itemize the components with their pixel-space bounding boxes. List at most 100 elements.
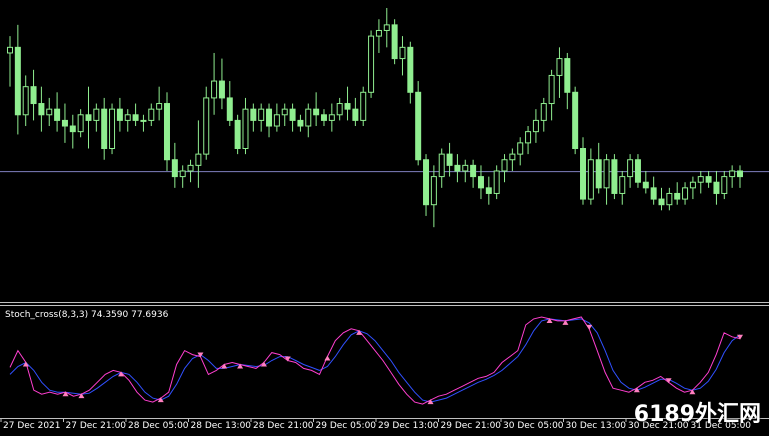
candle-bull <box>140 119 147 122</box>
candle-bull <box>721 176 728 194</box>
time-axis-label: 28 Dec 13:00 <box>190 421 252 431</box>
candle-bull <box>556 58 563 76</box>
candle-bull <box>156 103 163 110</box>
time-axis-label: 29 Dec 05:00 <box>315 421 377 431</box>
stoch-signal-line <box>9 318 741 403</box>
candle-bull <box>77 114 84 133</box>
candle-bull <box>501 159 508 172</box>
candle-bear <box>595 159 602 189</box>
candle-bear <box>642 181 649 189</box>
candle-bear <box>266 108 273 127</box>
candle-bear <box>572 91 579 150</box>
candle-bear <box>423 159 430 206</box>
candle-bear <box>391 24 398 60</box>
candle-bear <box>737 170 743 178</box>
candle-bear <box>674 192 681 200</box>
candle-bull <box>375 29 382 37</box>
candle-bear <box>658 198 665 206</box>
candle-bull <box>532 119 539 133</box>
candle-bear <box>250 108 257 121</box>
time-axis-label: 28 Dec 05:00 <box>128 421 189 431</box>
candle-bull <box>697 176 704 183</box>
candle-bear <box>454 164 461 172</box>
candle-bull <box>203 97 210 155</box>
candle-bull <box>336 103 343 116</box>
stochastic-indicator-title: Stoch_cross(8,3,3) 74.3590 77.6936 <box>5 310 169 320</box>
candle-bull <box>93 108 100 121</box>
candle-bear <box>14 46 21 116</box>
stoch-cross-marker <box>324 355 331 361</box>
candle-bull <box>22 86 29 116</box>
stoch-cross-marker <box>586 324 593 330</box>
candle-bull <box>438 153 445 178</box>
candle-bull <box>462 164 469 172</box>
candle-bull <box>187 164 194 172</box>
candle-bear <box>226 97 233 121</box>
candle-bull <box>148 108 155 121</box>
candle-bear <box>485 187 492 194</box>
time-axis-label: 30 Dec 13:00 <box>565 421 627 431</box>
candle-bull <box>627 159 634 178</box>
candle-bull <box>682 187 689 200</box>
candle-bear <box>289 108 296 121</box>
candle-bear <box>54 108 61 121</box>
candle-bull <box>493 170 500 194</box>
candle-bull <box>46 108 53 116</box>
candle-bull <box>179 170 186 178</box>
candle-bull <box>383 24 390 31</box>
candle-bear <box>470 164 477 178</box>
candle-bear <box>38 103 45 116</box>
candle-bear <box>234 119 241 150</box>
time-axis-label: 29 Dec 21:00 <box>440 421 502 431</box>
candle-bull <box>729 170 736 178</box>
time-axis-label: 30 Dec 05:00 <box>503 421 564 431</box>
candle-bear <box>634 159 641 183</box>
candle-bear <box>101 108 108 150</box>
candle-bear <box>415 91 422 161</box>
candle-bear <box>713 181 720 194</box>
candle-bull <box>273 114 280 127</box>
candle-bull <box>368 35 375 93</box>
stoch-cross-marker <box>737 334 743 340</box>
candle-bull <box>124 114 131 121</box>
candle-bear <box>407 46 414 93</box>
candle-bull <box>195 153 202 166</box>
candle-bull <box>328 114 335 121</box>
candle-bull <box>281 108 288 116</box>
candle-bull <box>666 192 673 206</box>
time-axis-label: 27 Dec 2021 <box>3 421 61 431</box>
candle-bear <box>61 119 68 127</box>
price-chart[interactable] <box>0 0 769 436</box>
candle-bear <box>85 114 92 121</box>
candle-bear <box>650 187 657 200</box>
candle-bear <box>297 119 304 127</box>
candle-bull <box>509 153 516 161</box>
candle-bear <box>320 114 327 121</box>
candle-bull <box>109 108 116 150</box>
candle-bull <box>525 131 532 144</box>
candle-bear <box>163 103 170 161</box>
candle-bear <box>564 58 571 93</box>
candle-bear <box>446 153 453 166</box>
candle-bear <box>477 176 484 189</box>
watermark-text: 6189外汇网 <box>633 402 761 427</box>
candle-bear <box>344 103 351 110</box>
candle-bull <box>258 108 265 121</box>
candle-bull <box>548 74 555 105</box>
candle-bull <box>619 176 626 194</box>
time-axis-label: 28 Dec 21:00 <box>253 421 314 431</box>
candle-bear <box>580 148 587 200</box>
candle-bear <box>611 159 618 194</box>
candle-bull <box>242 108 249 150</box>
candle-bear <box>171 159 178 178</box>
candle-bull <box>603 159 610 189</box>
candle-bull <box>689 181 696 189</box>
candle-bull <box>211 80 218 99</box>
candle-bull <box>540 103 547 121</box>
candle-bull <box>305 108 312 127</box>
candle-bull <box>430 176 437 206</box>
candle-bull <box>399 46 406 60</box>
candle-bear <box>705 176 712 183</box>
stoch-cross-marker <box>197 352 204 358</box>
candle-bull <box>517 142 524 155</box>
